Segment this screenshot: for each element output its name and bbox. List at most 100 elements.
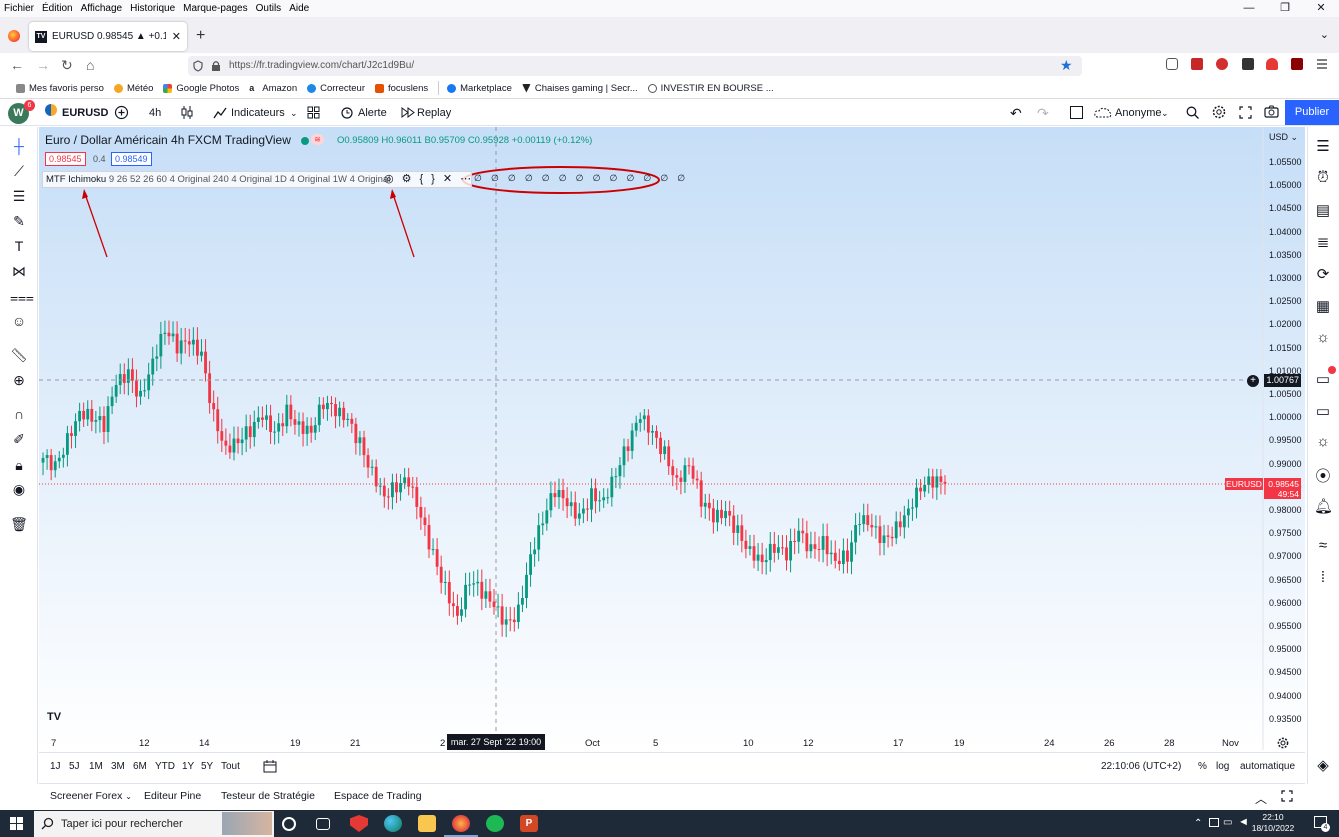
bookmark-marketplace[interactable]: Marketplace: [447, 83, 512, 94]
cortana-icon[interactable]: [282, 817, 296, 831]
network-icon[interactable]: ▭: [1223, 817, 1232, 828]
menu-edition[interactable]: Édition: [38, 3, 77, 14]
alerts-clock-icon[interactable]: ⏰︎: [1314, 169, 1332, 186]
restore-button[interactable]: ❐: [1267, 0, 1303, 17]
range-1m-button[interactable]: 1M: [89, 761, 103, 772]
taskbar-clock[interactable]: 22:10 18/10/2022: [1248, 812, 1298, 834]
app-menu-icon[interactable]: [1316, 59, 1328, 69]
indicators-icon[interactable]: [213, 106, 227, 119]
firefox-view-icon[interactable]: [8, 30, 20, 42]
range-1d-button[interactable]: 1J: [50, 761, 61, 772]
fullscreen-icon[interactable]: [1239, 106, 1252, 119]
range-5y-button[interactable]: 5Y: [201, 761, 213, 772]
delay-badge-icon[interactable]: ≋: [311, 134, 324, 145]
search-icon[interactable]: [1186, 106, 1199, 119]
hotlists-icon[interactable]: ⟳: [1314, 265, 1332, 283]
watchlist-icon[interactable]: ☰: [1314, 137, 1332, 155]
trend-line-icon[interactable]: ⟋: [10, 163, 28, 179]
windows-start-icon[interactable]: [10, 817, 23, 830]
url-text[interactable]: https://fr.tradingview.com/chart/J2c1d9B…: [229, 60, 414, 71]
menu-outils[interactable]: Outils: [252, 3, 286, 14]
publish-button[interactable]: Publier: [1285, 100, 1339, 125]
maximize-panel-icon[interactable]: [1281, 790, 1293, 802]
candles-style-icon[interactable]: [180, 105, 194, 120]
edge-icon[interactable]: [384, 815, 402, 832]
chart-legend-title[interactable]: Euro / Dollar Américain 4h FXCM TradingV…: [45, 133, 291, 147]
dom-icon[interactable]: ⁞: [1314, 569, 1332, 586]
chevron-down-icon[interactable]: ⌄: [290, 105, 298, 121]
notifications-bell-icon[interactable]: 🔔︎: [1314, 497, 1333, 515]
extension-icon[interactable]: [1266, 58, 1278, 70]
tray-chevron-up-icon[interactable]: ⌃: [1194, 818, 1202, 829]
redo-icon[interactable]: ↷: [1037, 105, 1049, 121]
bookmark-meteo[interactable]: Météo: [113, 83, 153, 94]
calendar-icon[interactable]: ▦: [1314, 297, 1332, 315]
forecast-icon[interactable]: ⩶: [10, 289, 34, 305]
magnet-icon[interactable]: ∩: [10, 406, 28, 422]
bookmark-chaises[interactable]: Chaises gaming | Secr...: [521, 83, 638, 94]
collapse-panel-chevron-up-icon[interactable]: ︿: [1255, 790, 1267, 807]
range-all-button[interactable]: Tout: [221, 761, 240, 772]
bookmark-star-icon[interactable]: ★: [1060, 57, 1073, 74]
text-icon[interactable]: T: [10, 238, 28, 254]
minimize-button[interactable]: —: [1231, 0, 1267, 17]
replay-button[interactable]: Replay: [417, 105, 451, 121]
currency-selector[interactable]: USD ⌄: [1269, 132, 1298, 143]
clock-timezone[interactable]: 22:10:06 (UTC+2): [1101, 761, 1181, 772]
hide-drawings-eye-icon[interactable]: ◉: [10, 481, 28, 497]
chevron-down-icon[interactable]: ⌄: [1161, 105, 1169, 121]
tab-close-icon[interactable]: ✕: [172, 30, 181, 43]
time-axis[interactable]: [39, 734, 1305, 751]
news-icon[interactable]: ▤: [1314, 201, 1332, 219]
ask-price-button[interactable]: 0.98549: [111, 152, 152, 166]
task-view-icon[interactable]: [316, 818, 330, 830]
undo-icon[interactable]: ↶: [1010, 105, 1022, 121]
zoom-in-icon[interactable]: ⊕: [10, 372, 28, 388]
alert-button[interactable]: Alerte: [358, 105, 387, 121]
idea-stream-icon[interactable]: ☼: [1314, 433, 1332, 450]
axis-settings-gear-icon[interactable]: [1277, 737, 1289, 749]
close-window-button[interactable]: ✕: [1303, 0, 1339, 17]
settings-gear-icon[interactable]: ⚙: [402, 173, 420, 185]
trash-icon[interactable]: 🗑︎: [10, 516, 28, 532]
add-alert-plus-icon[interactable]: +: [1247, 375, 1259, 387]
symbol-search-button[interactable]: EURUSD: [62, 105, 108, 121]
firefox-taskbar-icon[interactable]: [452, 815, 470, 832]
menu-affichage[interactable]: Affichage: [77, 3, 127, 14]
auto-scale-toggle[interactable]: automatique: [1240, 761, 1295, 772]
bookmark-correcteur[interactable]: Correcteur: [307, 83, 365, 94]
forward-arrow-icon[interactable]: →: [36, 57, 50, 73]
market-status-dot-icon[interactable]: [301, 137, 309, 145]
percent-scale-toggle[interactable]: %: [1198, 761, 1207, 772]
log-scale-toggle[interactable]: log: [1216, 761, 1229, 772]
fib-retracement-icon[interactable]: ☰: [10, 188, 28, 204]
tab-editeur-pine[interactable]: Editeur Pine: [144, 790, 201, 802]
tab-espace-trading[interactable]: Espace de Trading: [334, 790, 422, 802]
stay-drawing-icon[interactable]: ✐: [10, 431, 28, 447]
bookmark-investir[interactable]: INVESTIR EN BOURSE ...: [647, 83, 774, 94]
data-window-icon[interactable]: ≣: [1314, 233, 1332, 251]
alarm-clock-icon[interactable]: [340, 105, 354, 120]
file-explorer-icon[interactable]: [418, 815, 436, 832]
extension-icon[interactable]: [1242, 58, 1254, 70]
browser-tab[interactable]: TV EURUSD 0.98545 ▲ +0.18% Anc ✕: [29, 22, 187, 51]
source-code-icon[interactable]: {}: [419, 173, 442, 185]
layout-templates-icon[interactable]: [307, 106, 320, 119]
lock-icon[interactable]: [211, 60, 221, 72]
layout-name-button[interactable]: Anonyme: [1115, 105, 1161, 121]
menu-historique[interactable]: Historique: [126, 3, 179, 14]
extension-icon[interactable]: [1291, 58, 1303, 70]
emoji-icon[interactable]: ☺: [10, 313, 28, 329]
tab-list-chevron-icon[interactable]: ⌄: [1320, 28, 1329, 41]
patterns-icon[interactable]: ⋈: [10, 263, 28, 279]
menu-fichier[interactable]: Fichier: [0, 3, 38, 14]
goto-date-calendar-icon[interactable]: [263, 760, 277, 773]
bookmark-amazon[interactable]: a Amazon: [249, 83, 297, 94]
camera-icon[interactable]: [1264, 105, 1279, 118]
powerpoint-icon[interactable]: P: [520, 815, 538, 832]
replay-icon[interactable]: [401, 106, 415, 119]
ideas-bulb-icon[interactable]: ☼: [1314, 329, 1332, 346]
new-tab-button[interactable]: +: [196, 27, 205, 45]
interval-button[interactable]: 4h: [149, 105, 161, 121]
tab-testeur-strategie[interactable]: Testeur de Stratégie: [221, 790, 315, 802]
